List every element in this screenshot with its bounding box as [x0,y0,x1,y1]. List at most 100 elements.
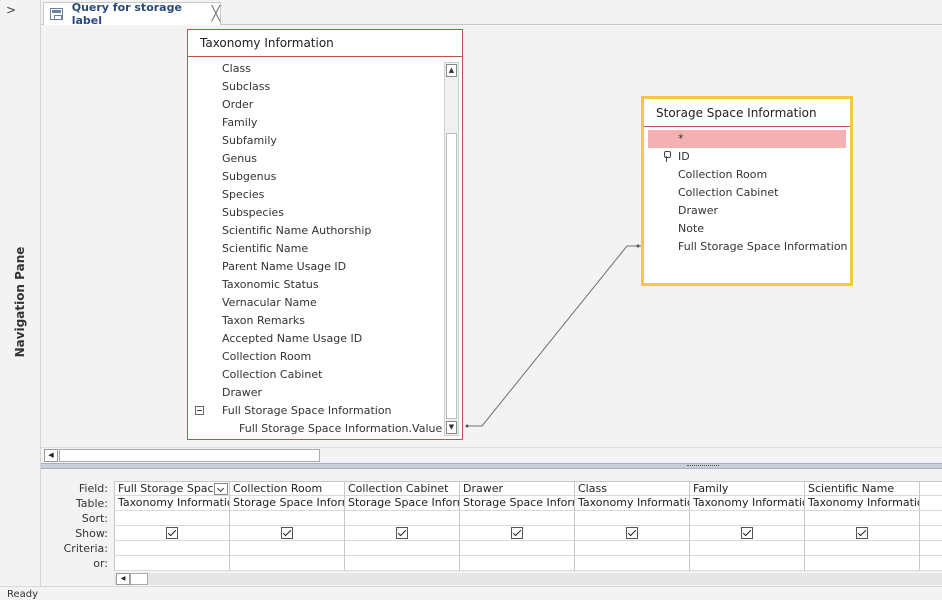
field-class[interactable]: Class [192,60,442,78]
grid-sort-cell[interactable] [575,511,689,526]
grid-criteria-cell[interactable] [690,541,804,556]
field-parent-name-usage-id[interactable]: Parent Name Usage ID [192,258,442,276]
grid-table-cell[interactable] [920,496,942,511]
field-full-storage-space-information-value[interactable]: Full Storage Space Information.Value [192,420,442,438]
grid-field-cell[interactable]: Collection Room [230,481,344,496]
grid-criteria-cell[interactable] [115,541,229,556]
grid-horizontal-scrollbar[interactable]: ◀ [114,573,942,585]
grid-field-cell[interactable]: Class [575,481,689,496]
show-checkbox[interactable] [166,527,178,539]
grid-sort-cell[interactable] [115,511,229,526]
field-subspecies[interactable]: Subspecies [192,204,442,222]
splitter-grip[interactable] [687,465,719,467]
storage-space-information-table[interactable]: Storage Space Information * ID Collectio… [641,96,853,286]
grid-table-cell[interactable]: Storage Space Inform [345,496,459,511]
nav-pane-toggle-icon[interactable]: > [4,3,18,17]
grid-table-cell[interactable]: Taxonomy Informatio [115,496,229,511]
close-tab-icon[interactable]: ╳ [212,6,220,22]
grid-or-cell[interactable] [920,556,942,571]
field-id[interactable]: ID [648,148,846,166]
grid-field-cell[interactable]: Family [690,481,804,496]
navigation-pane[interactable]: > Navigation Pane [0,0,41,586]
show-checkbox[interactable] [511,527,523,539]
grid-or-cell[interactable] [805,556,919,571]
show-checkbox[interactable] [281,527,293,539]
grid-field-cell[interactable]: Collection Cabinet [345,481,459,496]
field-accepted-name-usage-id[interactable]: Accepted Name Usage ID [192,330,442,348]
grid-or-cell[interactable] [230,556,344,571]
grid-field-cell[interactable]: Scientific Name [805,481,919,496]
show-checkbox[interactable] [626,527,638,539]
table-title[interactable]: Taxonomy Information [188,30,462,57]
field-order[interactable]: Order [192,96,442,114]
grid-table-cell[interactable]: Taxonomy Informatio [575,496,689,511]
grid-table-cell[interactable]: Taxonomy Informatio [690,496,804,511]
field-family[interactable]: Family [192,114,442,132]
grid-sort-cell[interactable] [345,511,459,526]
scroll-left-arrow-icon[interactable]: ◀ [44,449,58,462]
grid-sort-cell[interactable] [690,511,804,526]
nav-pane-label[interactable]: Navigation Pane [13,247,27,358]
field-drawer[interactable]: Drawer [192,384,442,402]
grid-criteria-cell[interactable] [805,541,919,556]
field-drawer[interactable]: Drawer [648,202,846,220]
design-area-horizontal-scrollbar[interactable]: ◀ [41,447,942,463]
grid-criteria-cell[interactable] [230,541,344,556]
field-note[interactable]: Note [648,220,846,238]
tab-query-for-storage-label[interactable]: Query for storage label ╳ [43,1,221,27]
grid-sort-cell[interactable] [230,511,344,526]
grid-or-cell[interactable] [575,556,689,571]
grid-sort-cell[interactable] [805,511,919,526]
grid-or-cell[interactable] [115,556,229,571]
field-subclass[interactable]: Subclass [192,78,442,96]
scroll-left-arrow-icon[interactable]: ◀ [116,573,130,585]
grid-sort-cell[interactable] [920,511,942,526]
grid-criteria-cell[interactable] [575,541,689,556]
field-subfamily[interactable]: Subfamily [192,132,442,150]
grid-table-cell[interactable]: Storage Space Inform [460,496,574,511]
scroll-up-arrow-icon[interactable]: ▲ [446,64,457,77]
field-genus[interactable]: Genus [192,150,442,168]
grid-table-cell[interactable]: Taxonomy Informatio [805,496,919,511]
field-dropdown-chevron-icon[interactable] [214,483,228,495]
field-subgenus[interactable]: Subgenus [192,168,442,186]
taxonomy-information-table[interactable]: Taxonomy Information Class Subclass Orde… [187,29,463,440]
grid-or-cell[interactable] [345,556,459,571]
field-vernacular-name[interactable]: Vernacular Name [192,294,442,312]
grid-field-cell[interactable] [920,481,942,496]
scroll-down-arrow-icon[interactable]: ▼ [446,421,457,434]
grid-criteria-cell[interactable] [345,541,459,556]
field-collection-cabinet[interactable]: Collection Cabinet [192,366,442,384]
scroll-thumb[interactable] [446,133,457,419]
grid-or-cell[interactable] [690,556,804,571]
field-full-storage-space-information[interactable]: Full Storage Space Information [648,238,848,256]
field-collection-cabinet[interactable]: Collection Cabinet [648,184,846,202]
field-taxonomic-status[interactable]: Taxonomic Status [192,276,442,294]
field-collection-room[interactable]: Collection Room [648,166,846,184]
grid-table-cell[interactable]: Storage Space Inform [230,496,344,511]
field-collection-room[interactable]: Collection Room [192,348,442,366]
field-scientific-name-authorship[interactable]: Scientific Name Authorship [192,222,442,240]
field-full-storage-space-information[interactable]: Full Storage Space Information [192,402,442,420]
show-checkbox[interactable] [396,527,408,539]
grid-or-cell[interactable] [460,556,574,571]
field-list-scrollbar[interactable]: ▲ ▼ [444,62,459,436]
grid-sort-cell[interactable] [460,511,574,526]
grid-criteria-cell[interactable] [460,541,574,556]
field-scientific-name[interactable]: Scientific Name [192,240,442,258]
query-design-area[interactable]: Taxonomy Information Class Subclass Orde… [41,25,942,447]
grid-column: Class Taxonomy Informatio [575,481,690,571]
collapse-minus-icon[interactable] [195,406,204,415]
show-checkbox[interactable] [856,527,868,539]
table-title[interactable]: Storage Space Information [644,99,850,127]
grid-field-cell[interactable]: Drawer [460,481,574,496]
grid-field-cell[interactable]: Full Storage Space [115,481,229,496]
field-taxon-remarks[interactable]: Taxon Remarks [192,312,442,330]
grid-show-cell[interactable] [920,526,942,541]
field-all-asterisk[interactable]: * [648,130,846,148]
scroll-thumb[interactable] [130,573,148,585]
show-checkbox[interactable] [741,527,753,539]
grid-criteria-cell[interactable] [920,541,942,556]
field-species[interactable]: Species [192,186,442,204]
scroll-thumb[interactable] [59,449,320,462]
